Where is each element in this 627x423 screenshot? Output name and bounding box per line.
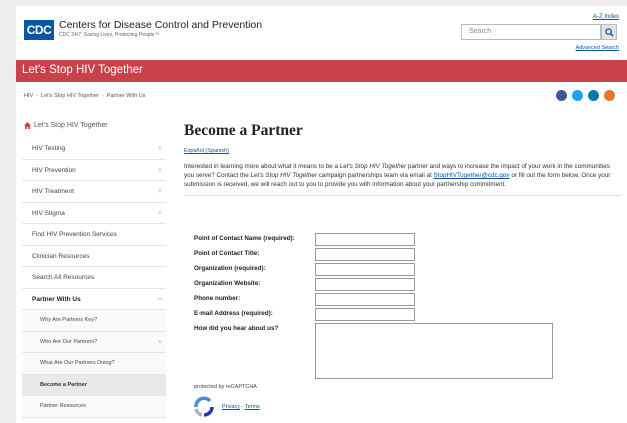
website-field[interactable] (315, 278, 415, 291)
home-icon (24, 122, 31, 129)
sidebar-item-label: Clinician Resources (32, 252, 90, 260)
cdc-logo[interactable]: CDC (24, 20, 54, 40)
campaign-name: Let's Stop HIV Together (250, 172, 317, 179)
recaptcha-links: Privacy - Terms (222, 404, 260, 410)
sidebar-item-hiv-stigma[interactable]: HIV Stigma + (22, 203, 166, 224)
sidebar-item-label: HIV Prevention (32, 166, 76, 174)
az-index-link[interactable]: A-Z Index (593, 14, 619, 20)
expand-icon[interactable]: + (158, 332, 162, 353)
sidebar-item-search-resources[interactable]: Search All Resources (22, 267, 166, 289)
form-row: Organization (required): (184, 262, 564, 277)
sidebar-item-hiv-testing[interactable]: HIV Testing + (22, 138, 166, 160)
phone-field[interactable] (315, 293, 415, 306)
page: CDC Centers for Disease Control and Prev… (16, 6, 627, 423)
sidebar-item-label: Why Are Partners Key? (40, 317, 98, 323)
sidebar-item-label: Who Are Our Partners? (40, 338, 98, 345)
sidebar-item-label: HIV Testing (32, 145, 66, 152)
sidebar-item-why-partners[interactable]: Why Are Partners Key? (22, 310, 166, 332)
campaign-name: Let's Stop HIV Together (339, 163, 407, 170)
sidebar-nav: Let's Stop HIV Together HIV Testing + HIV… (22, 118, 166, 418)
intro-text: campaign partnerships team via email at (316, 172, 434, 179)
organization-field[interactable] (315, 263, 415, 276)
sidebar-item-label: Find HIV Prevention Services (32, 231, 117, 238)
sidebar-item-clinician-resources[interactable]: Clinician Resources (22, 246, 166, 267)
sidebar-item-label: Become a Partner (40, 381, 87, 388)
search-button[interactable] (601, 24, 617, 40)
twitter-icon[interactable] (572, 90, 583, 101)
recaptcha-icon[interactable] (192, 396, 216, 418)
breadcrumb-item[interactable]: HIV (24, 93, 33, 99)
email-field[interactable] (315, 308, 415, 321)
organization-label: Organization (required): (194, 265, 266, 272)
sidebar-item-who-partners[interactable]: Who Are Our Partners? + (22, 331, 166, 353)
linkedin-icon[interactable] (588, 90, 599, 101)
sidebar-item-label: Partner With Us (32, 295, 81, 303)
divider (184, 195, 620, 196)
email-label: E-mail Address (required): (194, 310, 273, 317)
form-row: E-mail Address (required): (184, 307, 564, 322)
form-row: Point of Contact Title: (184, 247, 564, 262)
sidebar-item-partner-resources[interactable]: Partner Resources (22, 396, 166, 418)
website-label: Organization Website: (194, 280, 261, 287)
collapse-icon[interactable]: – (158, 289, 162, 310)
sidebar-item-find-services[interactable]: Find HIV Prevention Services (22, 224, 166, 246)
intro-text: Interested in learning more about what i… (184, 163, 340, 170)
terms-link[interactable]: Terms (245, 404, 260, 410)
search-input[interactable]: Search (461, 24, 601, 40)
expand-icon[interactable]: + (158, 138, 162, 159)
sidebar-item-label: Partner Resources (40, 403, 86, 409)
contact-title-label: Point of Contact Title: (194, 250, 260, 257)
facebook-icon[interactable] (556, 90, 567, 101)
email-link[interactable]: StopHIVTogether@cdc.gov (434, 172, 510, 179)
social-share-bar (551, 90, 615, 102)
expand-icon[interactable]: + (158, 203, 162, 224)
contact-name-label: Point of Contact Name (required): (194, 235, 295, 242)
expand-icon[interactable]: + (158, 160, 162, 181)
how-heard-label: How did you hear about us? (194, 325, 279, 332)
form-row: Phone number: (184, 292, 564, 307)
sidebar-item-label: Search All Resources (32, 274, 95, 281)
sidebar-item-label: What Are Our Partners Doing? (40, 360, 115, 366)
sidebar-item-partners-doing[interactable]: What Are Our Partners Doing? (22, 353, 166, 375)
sidebar-home-link[interactable]: Let's Stop HIV Together (22, 118, 166, 138)
breadcrumb-current: Partner With Us (106, 93, 146, 99)
sidebar-item-become-partner[interactable]: Become a Partner (22, 374, 166, 396)
org-name[interactable]: Centers for Disease Control and Preventi… (59, 19, 262, 31)
advanced-search-link[interactable]: Advanced Search (576, 45, 619, 51)
breadcrumb-item[interactable]: Let's Stop HIV Together (41, 93, 99, 99)
sidebar-item-partner-with-us[interactable]: Partner With Us – (22, 289, 166, 310)
contact-name-field[interactable] (315, 233, 415, 246)
intro-paragraph: Interested in learning more about what i… (184, 162, 620, 189)
expand-icon[interactable]: + (158, 181, 162, 202)
contact-title-field[interactable] (315, 248, 415, 261)
recaptcha-label: protected by reCAPTCHA (194, 384, 257, 390)
breadcrumb: HIV › Let's Stop HIV Together › Partner With… (24, 93, 146, 99)
form-row: Point of Contact Name (required): (184, 232, 564, 247)
privacy-link[interactable]: Privacy (222, 404, 240, 410)
banner-title[interactable]: Let's Stop HIV Together (22, 64, 143, 76)
sidebar-item-label: HIV Treatment (32, 188, 74, 195)
spanish-link[interactable]: Español (Spanish) (184, 148, 620, 154)
main-content: Become a Partner Español (Spanish) Inter… (184, 118, 620, 417)
page-title: Become a Partner (184, 122, 303, 139)
search-icon (605, 28, 614, 37)
site-header: CDC Centers for Disease Control and Prev… (16, 6, 627, 58)
sidebar-item-hiv-treatment[interactable]: HIV Treatment + (22, 181, 166, 203)
campaign-banner: Let's Stop HIV Together (16, 60, 627, 82)
partner-form: Point of Contact Name (required): Point … (184, 232, 564, 384)
sidebar-item-label: HIV Stigma (32, 209, 65, 217)
org-tagline: CDC 24/7: Saving Lives, Protecting Peopl… (59, 32, 160, 38)
sidebar-home-label: Let's Stop HIV Together (34, 122, 108, 129)
form-row: Organization Website: (184, 277, 564, 292)
syndicate-icon[interactable] (604, 90, 615, 101)
how-heard-textarea[interactable] (315, 323, 553, 379)
sidebar-item-hiv-prevention[interactable]: HIV Prevention + (22, 160, 166, 181)
form-row: How did you hear about us? (184, 322, 564, 384)
phone-label: Phone number: (194, 295, 241, 302)
